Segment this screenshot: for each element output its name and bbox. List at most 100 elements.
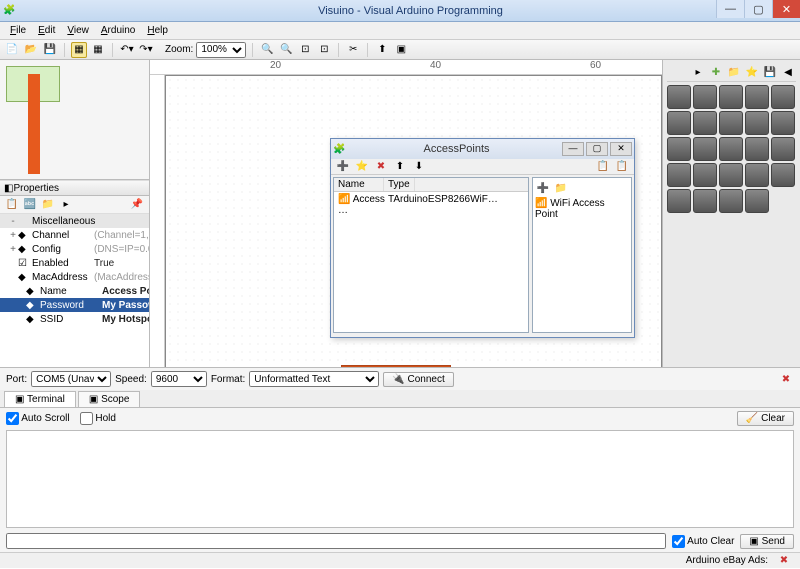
align-icon[interactable]: ▦ (71, 42, 87, 58)
status-close-icon[interactable]: ✖ (776, 553, 792, 569)
palette-item-10[interactable] (667, 137, 691, 161)
menu-help[interactable]: Help (141, 23, 174, 38)
zoom-in-icon[interactable]: 🔍 (259, 42, 275, 58)
palette-item-18[interactable] (745, 163, 769, 187)
zoom-sel-icon[interactable]: ⊡ (316, 42, 332, 58)
dlg-r-add-icon[interactable]: ➕ (535, 180, 551, 196)
grid-icon[interactable]: ▦ (90, 42, 106, 58)
palette-item-9[interactable] (771, 111, 795, 135)
prop-row-enabled[interactable]: ☑EnabledTrue (0, 256, 149, 270)
pal-back-icon[interactable]: ◀ (780, 64, 796, 80)
az-icon[interactable]: 🔤 (22, 197, 38, 213)
pal-star-icon[interactable]: ⭐ (744, 64, 760, 80)
clear-button[interactable]: 🧹 Clear (737, 411, 794, 426)
send-button[interactable]: ▣ Send (740, 534, 794, 549)
menu-file[interactable]: File (4, 23, 32, 38)
menu-edit[interactable]: Edit (32, 23, 61, 38)
dlg-add-icon[interactable]: ➕ (335, 159, 351, 175)
palette-item-14[interactable] (771, 137, 795, 161)
palette-item-13[interactable] (745, 137, 769, 161)
connect-button[interactable]: 🔌 Connect (383, 372, 453, 387)
tab-scope[interactable]: ▣ Scope (78, 391, 141, 407)
dialog-titlebar[interactable]: 🧩 AccessPoints — ▢ ✕ (331, 139, 634, 159)
palette-item-19[interactable] (771, 163, 795, 187)
zoom-fit-icon[interactable]: ⊡ (297, 42, 313, 58)
palette-item-21[interactable] (693, 189, 717, 213)
pin-icon[interactable]: 📌 (129, 197, 145, 213)
dlg-star-icon[interactable]: ⭐ (354, 159, 370, 175)
prop-row-name[interactable]: ◆NameAccess Point1 (0, 284, 149, 298)
board-icon[interactable]: ▣ (393, 42, 409, 58)
autoclear-check[interactable]: Auto Clear (672, 535, 734, 548)
palette-item-17[interactable] (719, 163, 743, 187)
prop-row-miscellaneous[interactable]: -Miscellaneous (0, 214, 149, 228)
dialog-maximize[interactable]: ▢ (586, 142, 608, 156)
terminal-output[interactable] (6, 430, 794, 528)
save-icon[interactable]: 💾 (42, 42, 58, 58)
maximize-button[interactable]: ▢ (744, 0, 772, 18)
palette-item-3[interactable] (745, 85, 769, 109)
palette-item-11[interactable] (693, 137, 717, 161)
prop-row-channel[interactable]: +◆Channel(Channel=1,Enable… (0, 228, 149, 242)
menu-view[interactable]: View (61, 23, 95, 38)
overview-panel[interactable] (0, 60, 149, 180)
palette-item-4[interactable] (771, 85, 795, 109)
send-input[interactable] (6, 533, 666, 549)
zoom-out-icon[interactable]: 🔍 (278, 42, 294, 58)
palette-item-8[interactable] (745, 111, 769, 135)
speed-select[interactable]: 9600 (151, 371, 207, 387)
dlg-paste-icon[interactable]: 📋 (614, 159, 630, 175)
accesspoints-dialog[interactable]: 🧩 AccessPoints — ▢ ✕ ➕ ⭐ ✖ ⬆ ⬇ 📋 📋 NameT… (330, 138, 635, 338)
palette-item-22[interactable] (719, 189, 743, 213)
right-item[interactable]: 📶 WiFi Access Point (535, 198, 629, 220)
pal-fav-icon[interactable]: 💾 (762, 64, 778, 80)
redo-icon[interactable]: ↷▾ (138, 42, 154, 58)
undo-icon[interactable]: ↶▾ (119, 42, 135, 58)
palette-item-23[interactable] (745, 189, 769, 213)
filter-icon[interactable]: 📁 (40, 197, 56, 213)
dlg-r-folder-icon[interactable]: 📁 (553, 180, 569, 196)
open-icon[interactable]: 📂 (23, 42, 39, 58)
dlg-copy-icon[interactable]: 📋 (595, 159, 611, 175)
term-close-icon[interactable]: ✖ (778, 371, 794, 387)
dlg-down-icon[interactable]: ⬇ (411, 159, 427, 175)
dialog-list[interactable]: NameType 📶 Access …TArduinoESP8266WiF… (333, 177, 529, 333)
hold-check[interactable]: Hold (80, 412, 116, 425)
prop-row-config[interactable]: +◆Config(DNS=IP=0.0.0.0,E… (0, 242, 149, 256)
prop-row-password[interactable]: ◆PasswordMy Passowrd (0, 298, 149, 312)
autoscroll-check[interactable]: Auto Scroll (6, 412, 70, 425)
dialog-minimize[interactable]: — (562, 142, 584, 156)
palette-item-12[interactable] (719, 137, 743, 161)
close-button[interactable]: ✕ (772, 0, 800, 18)
palette-item-16[interactable] (693, 163, 717, 187)
dlg-up-icon[interactable]: ⬆ (392, 159, 408, 175)
palette-item-2[interactable] (719, 85, 743, 109)
dialog-right-panel[interactable]: ➕ 📁 📶 WiFi Access Point (532, 177, 632, 333)
palette-item-1[interactable] (693, 85, 717, 109)
palette-item-6[interactable] (693, 111, 717, 135)
new-icon[interactable]: 📄 (4, 42, 20, 58)
dialog-close[interactable]: ✕ (610, 142, 632, 156)
prop-row-ssid[interactable]: ◆SSIDMy Hotspot SSID (0, 312, 149, 326)
minimize-button[interactable]: — (716, 0, 744, 18)
pal-tree-icon[interactable]: ▸ (690, 64, 706, 80)
format-select[interactable]: Unformatted Text (249, 371, 379, 387)
menu-arduino[interactable]: Arduino (95, 23, 141, 38)
dlg-del-icon[interactable]: ✖ (373, 159, 389, 175)
palette-item-7[interactable] (719, 111, 743, 135)
upload-icon[interactable]: ⬆ (374, 42, 390, 58)
expand-icon[interactable]: ▸ (58, 197, 74, 213)
tab-terminal[interactable]: ▣ Terminal (4, 391, 76, 407)
pal-folder-icon[interactable]: 📁 (726, 64, 742, 80)
zoom-select[interactable]: 100% (196, 42, 246, 58)
properties-header[interactable]: ◧ Properties (0, 180, 149, 196)
prop-row-macaddress[interactable]: ◆MacAddress(MacAddress=00-0… (0, 270, 149, 284)
cat-icon[interactable]: 📋 (4, 197, 20, 213)
palette-item-5[interactable] (667, 111, 691, 135)
port-select[interactable]: COM5 (Unava (31, 371, 111, 387)
cut-icon[interactable]: ✂ (345, 42, 361, 58)
palette-item-20[interactable] (667, 189, 691, 213)
palette-item-0[interactable] (667, 85, 691, 109)
palette-item-15[interactable] (667, 163, 691, 187)
pal-add-icon[interactable]: ✚ (708, 64, 724, 80)
